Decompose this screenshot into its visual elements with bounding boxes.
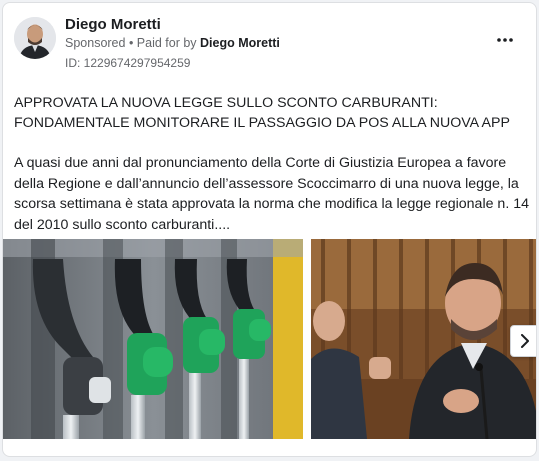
- paid-for-prefix: Paid for by: [136, 36, 201, 50]
- more-options-button[interactable]: [493, 28, 517, 52]
- meta-separator: •: [125, 36, 137, 50]
- more-options-icon: [497, 38, 513, 42]
- ad-id: ID: 1229674297954259: [65, 56, 191, 70]
- author-name[interactable]: Diego Moretti: [65, 16, 161, 33]
- paid-for-name: Diego Moretti: [200, 36, 280, 50]
- post-body: A quasi due anni dal pronunciamento dell…: [14, 155, 529, 233]
- fuel-pump-image[interactable]: [3, 239, 303, 439]
- post-headline: APPROVATA LA NUOVA LEGGE SULLO SCONTO CA…: [14, 95, 510, 131]
- sponsored-label: Sponsored: [65, 36, 126, 50]
- chevron-right-icon: [521, 334, 529, 348]
- council-speaker-image[interactable]: [311, 239, 536, 439]
- sponsored-meta: Sponsored • Paid for by Diego Moretti: [65, 36, 280, 50]
- ad-card: Diego Moretti Sponsored • Paid for by Di…: [2, 2, 537, 457]
- carousel-next-button[interactable]: [510, 325, 536, 357]
- avatar[interactable]: [14, 17, 56, 59]
